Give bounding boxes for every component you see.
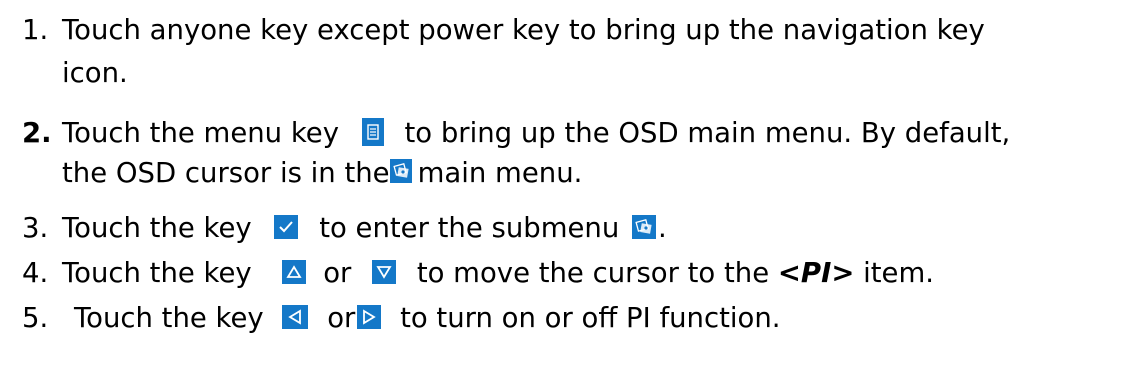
step-number: 3. bbox=[22, 212, 49, 244]
down-key-icon bbox=[372, 260, 397, 284]
step-text: Touch the key bbox=[74, 302, 264, 334]
step-text: to bring up the OSD main menu. By defaul… bbox=[404, 117, 1011, 149]
picture-menu-icon bbox=[389, 159, 412, 183]
step-text: to move the cursor to the bbox=[416, 257, 770, 289]
step-text-row: the OSD cursor is in the main menu. bbox=[62, 155, 582, 191]
left-key-icon bbox=[282, 305, 309, 329]
step-text: or bbox=[327, 302, 356, 334]
confirm-key-icon bbox=[274, 215, 299, 239]
step-text: Touch the key bbox=[62, 212, 252, 244]
step-text: to turn on or off PI function. bbox=[400, 302, 781, 334]
pi-item-label: <PI> bbox=[777, 257, 855, 289]
step-text-row: Touch the menu key to bring up the OSD m… bbox=[62, 115, 1010, 151]
step-text: main menu. bbox=[417, 157, 583, 189]
right-key-icon bbox=[357, 305, 382, 329]
step-number: 5. bbox=[22, 302, 49, 334]
step-text: icon. bbox=[62, 57, 128, 89]
step-text: item. bbox=[863, 257, 934, 289]
step-number: 1. bbox=[22, 14, 49, 46]
step-text-row: Touch the key to enter the submenu . bbox=[62, 210, 667, 246]
step-text: the OSD cursor is in the bbox=[62, 157, 390, 189]
up-key-icon bbox=[282, 260, 307, 284]
step-text: Touch anyone key except power key to bri… bbox=[62, 14, 985, 46]
step-text: to enter the submenu bbox=[319, 212, 620, 244]
step-number: 2. bbox=[22, 117, 52, 149]
step-text: or bbox=[323, 257, 352, 289]
step-text-row: Touch the key or to move the cursor to t… bbox=[62, 255, 934, 291]
picture-menu-icon bbox=[632, 215, 657, 239]
step-text: . bbox=[658, 212, 667, 244]
step-text: Touch the key bbox=[62, 257, 252, 289]
step-text: Touch the menu key bbox=[62, 117, 339, 149]
step-number: 4. bbox=[22, 257, 49, 289]
menu-key-icon bbox=[361, 118, 384, 146]
step-text-row: Touch the key or to turn on or off PI fu… bbox=[74, 300, 781, 336]
